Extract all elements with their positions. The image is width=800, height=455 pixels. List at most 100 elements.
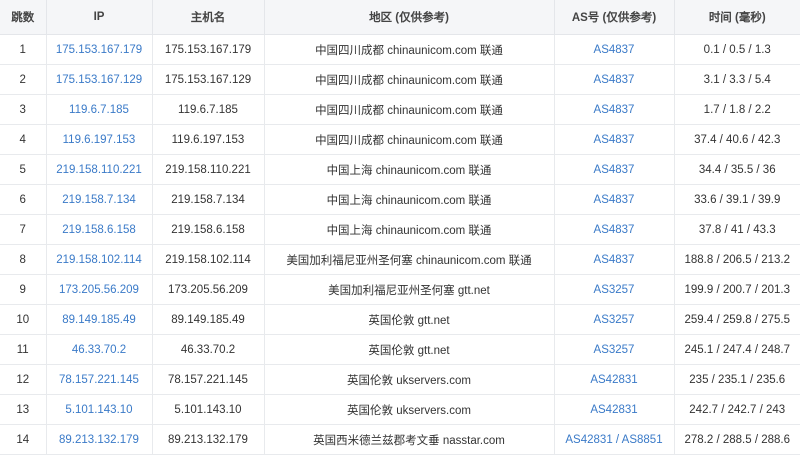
hostname-cell: 175.153.167.179 (152, 34, 265, 65)
time-cell: 33.6 / 39.1 / 39.9 (674, 184, 800, 215)
time-cell: 34.4 / 35.5 / 36 (674, 154, 800, 185)
as-link[interactable]: AS42831 (565, 434, 612, 446)
as-link[interactable]: AS4837 (594, 74, 635, 86)
ip-cell: 46.33.70.2 (46, 334, 153, 365)
hop-cell: 13 (0, 394, 47, 425)
hop-cell: 14 (0, 424, 47, 455)
ip-link[interactable]: 173.205.56.209 (59, 284, 139, 296)
hop-cell: 8 (0, 244, 47, 275)
hop-cell: 7 (0, 214, 47, 245)
time-cell: 235 / 235.1 / 235.6 (674, 364, 800, 395)
table-row: 13 5.101.143.10 5.101.143.10 英国伦敦 ukservers… (0, 394, 800, 425)
time-cell: 278.2 / 288.5 / 288.6 (674, 424, 800, 455)
as-cell: AS42831 (554, 394, 675, 425)
ip-cell: 219.158.6.158 (46, 214, 153, 245)
as-link[interactable]: AS8851 (622, 434, 663, 446)
as-link[interactable]: AS3257 (594, 344, 635, 356)
hop-cell: 3 (0, 94, 47, 125)
table-row: 12 78.157.221.145 78.157.221.145 英国伦敦 ukser… (0, 364, 800, 395)
time-cell: 37.4 / 40.6 / 42.3 (674, 124, 800, 155)
hostname-cell: 119.6.7.185 (152, 94, 265, 125)
header-region: 地区 (仅供参考) (264, 0, 555, 35)
table-body: 1 175.153.167.179 175.153.167.179 中国四川成都 ch… (0, 34, 800, 455)
header-hop: 跳数 (0, 0, 47, 35)
region-cell: 中国四川成都 chinaunicom.com 联通 (264, 64, 555, 95)
ip-link[interactable]: 175.153.167.129 (56, 74, 142, 86)
time-cell: 1.7 / 1.8 / 2.2 (674, 94, 800, 125)
hop-cell: 1 (0, 34, 47, 65)
table-row: 5 219.158.110.221 219.158.110.221 中国上海 chin… (0, 154, 800, 185)
hop-cell: 12 (0, 364, 47, 395)
hostname-cell: 219.158.102.114 (152, 244, 265, 275)
time-cell: 242.7 / 242.7 / 243 (674, 394, 800, 425)
ip-cell: 219.158.102.114 (46, 244, 153, 275)
table-row: 7 219.158.6.158 219.158.6.158 中国上海 chinauni… (0, 214, 800, 245)
ip-link[interactable]: 175.153.167.179 (56, 44, 142, 56)
ip-link[interactable]: 219.158.102.114 (56, 254, 141, 266)
as-cell: AS4837 (554, 154, 675, 185)
time-cell: 37.8 / 41 / 43.3 (674, 214, 800, 245)
table-row: 3 119.6.7.185 119.6.7.185 中国四川成都 chinaunico… (0, 94, 800, 125)
time-cell: 0.1 / 0.5 / 1.3 (674, 34, 800, 65)
ip-cell: 89.149.185.49 (46, 304, 153, 335)
as-separator: / (612, 433, 622, 446)
table-row: 4 119.6.197.153 119.6.197.153 中国四川成都 chinau… (0, 124, 800, 155)
table-row: 9 173.205.56.209 173.205.56.209 美国加利福尼亚州圣何塞… (0, 274, 800, 305)
region-cell: 中国上海 chinaunicom.com 联通 (264, 214, 555, 245)
hop-cell: 9 (0, 274, 47, 305)
ip-link[interactable]: 89.213.132.179 (59, 434, 139, 446)
ip-link[interactable]: 89.149.185.49 (62, 314, 136, 326)
ip-link[interactable]: 5.101.143.10 (65, 404, 132, 416)
table-row: 11 46.33.70.2 46.33.70.2 英国伦敦 gtt.net AS3257… (0, 334, 800, 365)
region-cell: 英国伦敦 gtt.net (264, 334, 555, 365)
as-link[interactable]: AS4837 (594, 104, 635, 116)
table-row: 10 89.149.185.49 89.149.185.49 英国伦敦 gtt.net… (0, 304, 800, 335)
as-cell: AS3257 (554, 274, 675, 305)
hostname-cell: 219.158.6.158 (152, 214, 265, 245)
as-cell: AS4837 (554, 64, 675, 95)
region-cell: 中国四川成都 chinaunicom.com 联通 (264, 124, 555, 155)
header-time: 时间 (毫秒) (674, 0, 800, 35)
as-link[interactable]: AS42831 (590, 404, 637, 416)
traceroute-table: 跳数 IP 主机名 地区 (仅供参考) AS号 (仅供参考) 时间 (毫秒) 1… (0, 0, 800, 455)
table-row: 8 219.158.102.114 219.158.102.114 美国加利福尼亚州圣… (0, 244, 800, 275)
ip-link[interactable]: 219.158.7.134 (62, 194, 136, 206)
as-link[interactable]: AS4837 (594, 44, 635, 56)
ip-cell: 119.6.7.185 (46, 94, 153, 125)
as-link[interactable]: AS4837 (594, 224, 635, 236)
time-cell: 188.8 / 206.5 / 213.2 (674, 244, 800, 275)
as-cell: AS3257 (554, 334, 675, 365)
ip-cell: 219.158.7.134 (46, 184, 153, 215)
ip-cell: 175.153.167.179 (46, 34, 153, 65)
ip-link[interactable]: 46.33.70.2 (72, 344, 126, 356)
hostname-cell: 119.6.197.153 (152, 124, 265, 155)
region-cell: 英国伦敦 ukservers.com (264, 364, 555, 395)
as-cell: AS3257 (554, 304, 675, 335)
ip-link[interactable]: 119.6.197.153 (63, 134, 136, 146)
as-link[interactable]: AS3257 (594, 284, 635, 296)
time-cell: 245.1 / 247.4 / 248.7 (674, 334, 800, 365)
ip-link[interactable]: 219.158.6.158 (62, 224, 136, 236)
as-link[interactable]: AS4837 (594, 254, 635, 266)
ip-cell: 5.101.143.10 (46, 394, 153, 425)
as-link[interactable]: AS4837 (594, 134, 635, 146)
as-link[interactable]: AS4837 (594, 164, 635, 176)
header-hostname: 主机名 (152, 0, 265, 35)
hostname-cell: 89.149.185.49 (152, 304, 265, 335)
region-cell: 中国上海 chinaunicom.com 联通 (264, 184, 555, 215)
ip-cell: 119.6.197.153 (46, 124, 153, 155)
hostname-cell: 173.205.56.209 (152, 274, 265, 305)
as-cell: AS4837 (554, 244, 675, 275)
region-cell: 英国西米德兰兹郡考文垂 nasstar.com (264, 424, 555, 455)
hostname-cell: 219.158.7.134 (152, 184, 265, 215)
time-cell: 3.1 / 3.3 / 5.4 (674, 64, 800, 95)
as-link[interactable]: AS4837 (594, 194, 635, 206)
ip-link[interactable]: 219.158.110.221 (56, 164, 141, 176)
ip-link[interactable]: 78.157.221.145 (59, 374, 139, 386)
region-cell: 美国加利福尼亚州圣何塞 chinaunicom.com 联通 (264, 244, 555, 275)
as-link[interactable]: AS3257 (594, 314, 635, 326)
region-cell: 英国伦敦 ukservers.com (264, 394, 555, 425)
ip-link[interactable]: 119.6.7.185 (69, 104, 129, 116)
as-link[interactable]: AS42831 (590, 374, 637, 386)
as-cell: AS4837 (554, 124, 675, 155)
